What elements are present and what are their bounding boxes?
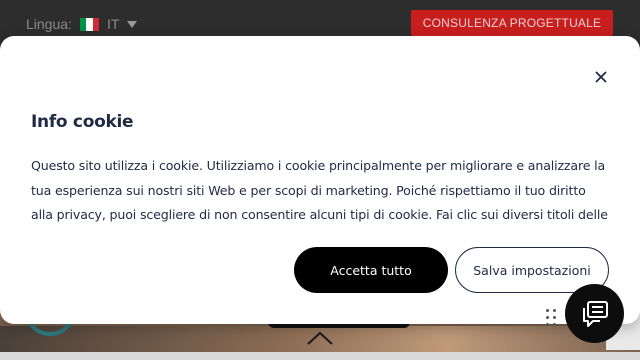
close-button[interactable] [590,66,612,88]
cookie-modal: Info cookie Questo sito utilizza i cooki… [0,36,640,324]
chevron-up-icon[interactable] [306,330,334,346]
language-code: IT [106,16,120,32]
drag-handle-icon[interactable] [546,309,558,327]
close-icon [595,71,607,83]
hero-strip [0,352,640,360]
cookie-modal-title: Info cookie [31,112,134,132]
chat-icon [582,300,608,327]
consult-button[interactable]: CONSULENZA PROGETTUALE [411,10,613,36]
accept-all-button[interactable]: Accetta tutto [294,247,448,293]
cookie-modal-body: Questo sito utilizza i cookie. Utilizzia… [31,158,608,222]
italian-flag-icon [79,17,99,31]
language-selector[interactable]: Lingua: IT [26,15,138,33]
chat-button[interactable] [565,284,624,343]
caret-down-icon [127,20,138,28]
language-label: Lingua: [26,16,72,32]
